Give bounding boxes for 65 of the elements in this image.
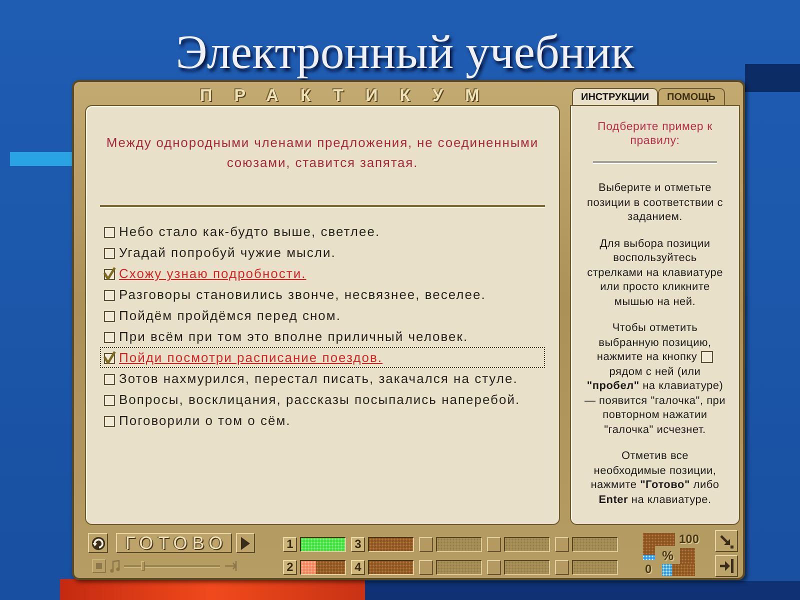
percent-sign: % xyxy=(662,549,674,562)
option-item[interactable]: При всём при том это вполне приличный человек. xyxy=(100,326,472,347)
score-max: 100 xyxy=(679,533,700,546)
empty-slot xyxy=(487,537,501,552)
empty-track xyxy=(504,537,550,552)
exit-icon xyxy=(719,559,734,573)
empty-slot xyxy=(419,537,433,552)
empty-slot xyxy=(487,560,501,575)
option-item[interactable]: Вопросы, восклицания, рассказы посыпались наперебой. xyxy=(100,389,524,410)
option-item[interactable]: Пойди посмотри расписание поездов. xyxy=(100,347,545,368)
empty-track xyxy=(504,560,550,575)
app-header: ПРАКТИКУМ xyxy=(200,86,502,105)
checkbox[interactable] xyxy=(103,393,116,406)
empty-slot xyxy=(555,560,569,575)
empty-track xyxy=(436,560,482,575)
checkbox[interactable] xyxy=(103,288,116,301)
checkbox-icon xyxy=(701,351,714,364)
checkbox[interactable] xyxy=(103,267,116,280)
empty-track xyxy=(572,537,618,552)
checkbox[interactable] xyxy=(103,330,116,343)
progress-track xyxy=(368,537,414,552)
corner-arrow-icon xyxy=(719,534,734,548)
slide-stripe xyxy=(10,152,72,166)
instruction-text: Выберите и отметьте позиции в соответствии с заданием. xyxy=(586,181,724,224)
progress-track xyxy=(368,560,414,575)
checkbox[interactable] xyxy=(103,372,116,385)
corner-arrow-button[interactable] xyxy=(715,530,738,552)
checkbox[interactable] xyxy=(103,225,116,238)
instruction-text: рядом с ней (или "пробел" на клавиатуре) — появится "галочка", при повторном нажатии "галочка" исчезнет. xyxy=(584,364,726,437)
option-item[interactable]: Угадай попробуй чужие мысли. xyxy=(100,242,339,263)
empty-track xyxy=(436,537,482,552)
back-button[interactable] xyxy=(88,533,108,553)
option-item[interactable]: Небо стало как-будто выше, светлее. xyxy=(100,221,384,242)
slide-stripe xyxy=(745,64,800,92)
tab[interactable]: ПОМОЩЬ xyxy=(658,88,724,105)
task-number[interactable]: 4 xyxy=(351,560,365,575)
task-number[interactable]: 3 xyxy=(351,537,365,552)
checkbox[interactable] xyxy=(103,351,116,364)
empty-slot xyxy=(419,560,433,575)
option-item[interactable]: Зотов нахмурился, перестал писать, закачался на стуле. xyxy=(100,368,521,389)
score-min: 0 xyxy=(645,563,652,576)
instruction-text: нажмите на кнопку xyxy=(596,350,698,364)
checkbox[interactable] xyxy=(103,246,116,259)
square-icon xyxy=(96,563,102,569)
empty-slot xyxy=(555,537,569,552)
tab[interactable]: ИНСТРУКЦИИ xyxy=(572,88,658,105)
checkbox[interactable] xyxy=(103,414,116,427)
option-item[interactable]: Разговоры становились звонче, несвязнее, веселее. xyxy=(100,284,489,305)
rule-text: Между однородными членами предложения, не соединенными союзами, ставится запятая. xyxy=(105,134,540,172)
task-number[interactable]: 1 xyxy=(283,537,297,552)
task-number[interactable]: 2 xyxy=(283,560,297,575)
instruction-heading: Подберите пример к правилу: xyxy=(596,120,714,148)
instruction-text: Отметив все необходимые позиции, нажмите "Готово" либо Enter на клавиатуре. xyxy=(590,449,720,507)
empty-track xyxy=(572,560,618,575)
slide-title: Электронный учебник xyxy=(176,26,634,80)
music-note-icon xyxy=(110,560,120,572)
next-button[interactable] xyxy=(236,533,255,553)
instruction-text: Для выбора позиции воспользуйтесь стрелками на клавиатуре или просто кликните мышью на ней. xyxy=(586,236,724,309)
option-item[interactable]: Поговорили о том о сём. xyxy=(100,410,294,431)
option-item[interactable]: Пойдём пройдёмся перед сном. xyxy=(100,305,344,326)
circular-arrow-icon xyxy=(90,536,106,550)
option-item[interactable]: Схожу узнаю подробности. xyxy=(100,263,310,284)
triangle-icon xyxy=(241,536,250,550)
checkbox[interactable] xyxy=(103,309,116,322)
exit-button[interactable] xyxy=(715,555,738,577)
